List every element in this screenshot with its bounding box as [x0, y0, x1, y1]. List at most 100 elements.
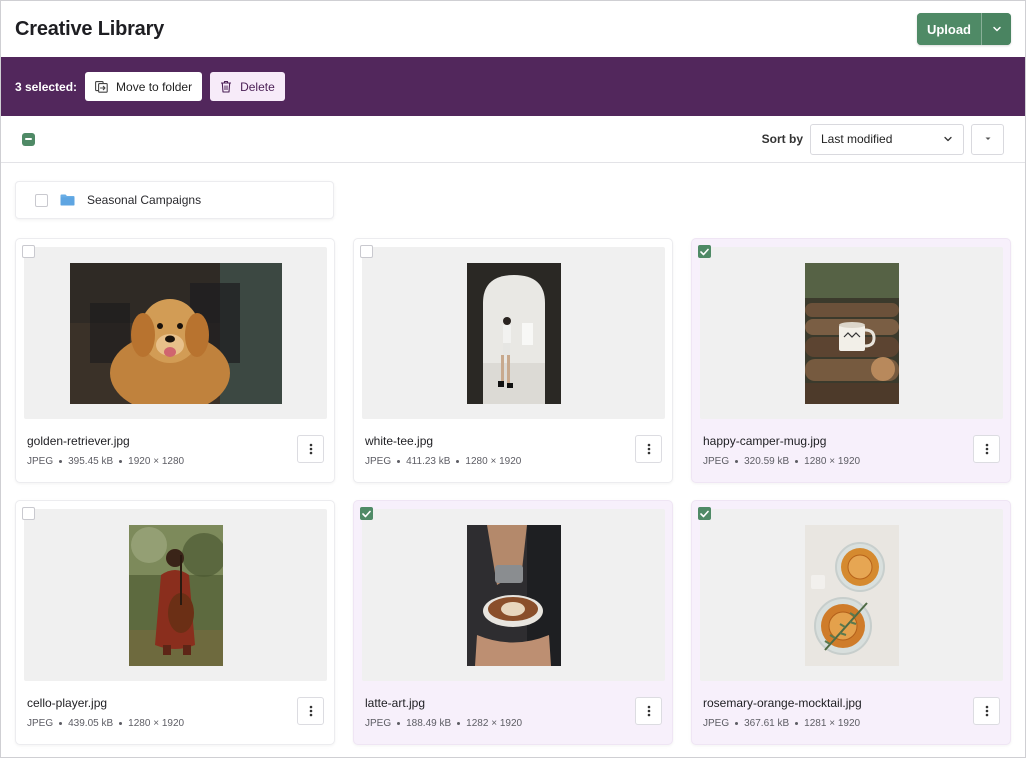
library-toolbar: Sort by Last modified [1, 116, 1025, 163]
select-all-checkbox[interactable] [22, 132, 35, 146]
file-more-button[interactable] [297, 435, 324, 463]
file-size: 320.59 kB [744, 456, 790, 467]
file-dimensions: 1280 × 1920 [804, 456, 861, 467]
file-meta: JPEG 411.23 kB 1280 × 1920 [365, 456, 521, 467]
file-checkbox[interactable] [360, 507, 373, 520]
folder-name: Seasonal Campaigns [87, 193, 202, 207]
sort-label: Sort by [761, 132, 803, 146]
file-name: latte-art.jpg [365, 696, 426, 710]
file-thumbnail[interactable] [24, 509, 327, 681]
move-folder-icon [95, 80, 108, 93]
file-more-button[interactable] [635, 697, 662, 725]
library-content: Seasonal Campaigns golden-retriever.jpg … [1, 163, 1025, 757]
file-checkbox[interactable] [22, 245, 35, 258]
file-size: 411.23 kB [406, 456, 451, 467]
caret-down-icon [985, 137, 990, 140]
file-name: rosemary-orange-mocktail.jpg [703, 696, 862, 710]
file-thumbnail[interactable] [700, 247, 1003, 419]
folder-icon [60, 194, 75, 206]
sort-select-value: Last modified [821, 132, 893, 146]
file-more-button[interactable] [973, 697, 1000, 725]
file-card[interactable]: latte-art.jpg JPEG 188.49 kB 1282 × 1920 [353, 500, 673, 745]
separator-dot [119, 722, 123, 725]
sort-direction-button[interactable] [971, 123, 1004, 155]
separator-dot [59, 722, 63, 725]
file-checkbox[interactable] [698, 245, 711, 258]
more-vertical-icon [647, 705, 650, 717]
chevron-down-icon [944, 136, 952, 142]
file-name: cello-player.jpg [27, 696, 108, 710]
upload-button-group: Upload [916, 13, 1011, 45]
file-meta: JPEG 395.45 kB 1920 × 1280 [27, 456, 184, 467]
file-more-button[interactable] [973, 435, 1000, 463]
photo-latte-art [466, 524, 561, 666]
file-dimensions: 1280 × 1920 [465, 456, 522, 467]
move-to-folder-button[interactable]: Move to folder [85, 72, 203, 101]
sort-select[interactable]: Last modified [810, 123, 964, 155]
trash-icon [221, 80, 232, 93]
file-thumbnail[interactable] [362, 247, 665, 419]
file-type: JPEG [703, 718, 730, 729]
file-type: JPEG [27, 456, 54, 467]
file-card[interactable]: happy-camper-mug.jpg JPEG 320.59 kB 1280… [691, 238, 1011, 483]
file-dimensions: 1920 × 1280 [128, 456, 185, 467]
file-size: 395.45 kB [68, 456, 114, 467]
file-meta: JPEG 188.49 kB 1282 × 1920 [365, 718, 522, 729]
folder-card[interactable]: Seasonal Campaigns [15, 181, 334, 219]
delete-button[interactable]: Delete [210, 72, 285, 101]
file-type: JPEG [703, 456, 730, 467]
file-type: JPEG [365, 718, 392, 729]
file-more-button[interactable] [635, 435, 662, 463]
file-card[interactable]: white-tee.jpg JPEG 411.23 kB 1280 × 1920 [353, 238, 673, 483]
upload-button[interactable]: Upload [916, 13, 981, 45]
file-thumbnail[interactable] [362, 509, 665, 681]
file-thumbnail[interactable] [700, 509, 1003, 681]
file-type: JPEG [365, 456, 392, 467]
separator-dot [795, 722, 799, 725]
selection-bar: 3 selected: Move to folder Delete [1, 57, 1025, 116]
file-meta: JPEG 320.59 kB 1280 × 1920 [703, 456, 860, 467]
chevron-down-icon [992, 26, 1001, 32]
app-window: Creative Library Upload 3 selected: Move… [0, 0, 1026, 758]
indeterminate-mark-icon [25, 138, 32, 140]
photo-cello-player [128, 524, 223, 666]
file-card[interactable]: golden-retriever.jpg JPEG 395.45 kB 1920… [15, 238, 335, 483]
file-size: 367.61 kB [744, 718, 790, 729]
file-thumbnail[interactable] [24, 247, 327, 419]
move-to-folder-label: Move to folder [116, 79, 193, 94]
delete-label: Delete [240, 79, 275, 94]
more-vertical-icon [985, 705, 988, 717]
file-name: white-tee.jpg [365, 434, 434, 448]
file-checkbox[interactable] [698, 507, 711, 520]
photo-rosemary-orange-mocktail [804, 524, 899, 666]
checkmark-icon [700, 248, 709, 255]
sort-controls: Sort by Last modified [761, 123, 1004, 155]
file-checkbox[interactable] [360, 245, 373, 258]
separator-dot [456, 460, 460, 463]
file-card[interactable]: rosemary-orange-mocktail.jpg JPEG 367.61… [691, 500, 1011, 745]
separator-dot [735, 460, 739, 463]
file-name: happy-camper-mug.jpg [703, 434, 827, 448]
file-meta: JPEG 367.61 kB 1281 × 1920 [703, 718, 860, 729]
page-header: Creative Library Upload [1, 1, 1025, 57]
file-type: JPEG [27, 718, 54, 729]
file-dimensions: 1280 × 1920 [128, 718, 185, 729]
separator-dot [59, 460, 63, 463]
more-vertical-icon [647, 443, 650, 455]
file-checkbox[interactable] [22, 507, 35, 520]
folder-checkbox[interactable] [35, 193, 48, 207]
file-meta: JPEG 439.05 kB 1280 × 1920 [27, 718, 184, 729]
file-card[interactable]: cello-player.jpg JPEG 439.05 kB 1280 × 1… [15, 500, 335, 745]
checkmark-icon [362, 510, 371, 517]
separator-dot [397, 722, 401, 725]
separator-dot [735, 722, 739, 725]
photo-golden-retriever [69, 262, 282, 404]
file-more-button[interactable] [297, 697, 324, 725]
upload-options-button[interactable] [981, 13, 1011, 45]
file-dimensions: 1281 × 1920 [804, 718, 861, 729]
photo-happy-camper-mug [804, 262, 899, 404]
separator-dot [457, 722, 461, 725]
separator-dot [795, 460, 799, 463]
photo-white-tee [466, 262, 561, 404]
more-vertical-icon [309, 705, 312, 717]
